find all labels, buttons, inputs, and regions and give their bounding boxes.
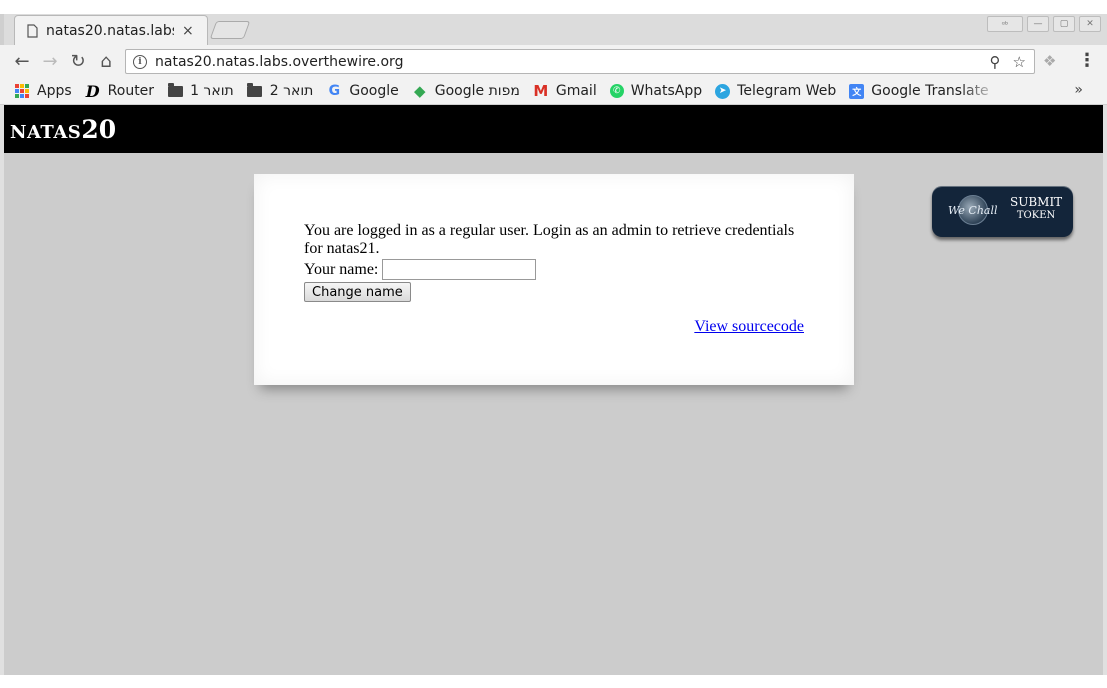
forward-button[interactable]: → [36,48,64,76]
tab-natas20[interactable]: natas20.natas.labs.overthewire.org × [14,15,208,46]
token-text: TOKEN [1016,210,1056,221]
bookmark-label: Gmail [555,83,597,99]
reload-button[interactable]: ↻ [64,48,92,76]
bookmark-folder-1[interactable]: תואר 1 [167,82,234,99]
right-border [1103,105,1107,675]
tab-title: natas20.natas.labs.overthewire.org [46,23,174,39]
telegram-icon: ➤ [715,83,731,99]
address-bar[interactable]: i natas20.natas.labs.overthewire.org ⚲ ☆ [125,49,1035,74]
window-controls: ᵅᵇ — ▢ ✕ [987,16,1101,32]
menu-icon[interactable]: ⋮ [1078,50,1096,71]
maximize-button[interactable]: ▢ [1053,16,1075,32]
maps-icon: ◆ [413,82,426,100]
url-text[interactable]: natas20.natas.labs.overthewire.org [155,54,403,70]
bottom-strip [0,675,1107,688]
bookmark-label: תואר 2 [269,83,314,99]
page-title: NATAS20 [10,115,116,144]
login-message: You are logged in as a regular user. Log… [304,222,795,257]
submit-token-button[interactable]: We Chall SUBMIT TOKEN [932,186,1073,237]
wechall-logo: We Chall [948,204,998,217]
folder-icon [167,82,183,99]
bookmark-label: Google [349,83,399,99]
close-window-button[interactable]: ✕ [1079,16,1101,32]
browser-window: ᵅᵇ — ▢ ✕ natas20.natas.labs.overthewire.… [0,0,1107,688]
bookmarks-overflow-button[interactable]: » [1074,82,1083,98]
bookmark-router[interactable]: D Router [85,81,155,101]
content-box: You are logged in as a regular user. Log… [254,174,854,385]
bookmark-gmail[interactable]: M Gmail [533,82,597,100]
dropbox-extension-icon[interactable]: ❖ [1043,52,1056,70]
folder-icon [247,82,263,99]
input-method-icon[interactable]: ᵅᵇ [987,16,1023,32]
title-level: 20 [81,115,117,144]
bookmark-whatsapp[interactable]: ✆ WhatsApp [609,83,703,99]
apps-grid-icon [14,83,30,99]
submit-text: SUBMIT [1010,195,1063,209]
title-strip [0,0,1107,14]
whatsapp-icon: ✆ [609,84,624,98]
bookmark-label: Telegram Web [737,83,837,99]
tab-close-icon[interactable]: × [182,23,194,39]
translate-icon: 文 [849,83,865,99]
bookmark-label: Router [107,83,155,99]
key-icon[interactable]: ⚲ [990,53,1001,71]
title-natas: NATAS [10,122,82,143]
bookmarks-bar: Apps D Router תואר 1 תואר 2 G Google ◆ G… [0,78,1107,105]
d-link-icon: D [85,81,100,101]
home-button[interactable]: ⌂ [92,48,120,76]
bookmark-label: Google מפות [434,83,520,99]
bookmark-label: WhatsApp [630,83,703,99]
bookmark-telegram[interactable]: ➤ Telegram Web [715,83,836,99]
bookmark-label: Apps [37,83,72,99]
info-icon[interactable]: i [133,54,147,69]
name-input[interactable] [382,259,537,280]
name-form: Your name: [304,259,804,280]
bookmark-label: תואר 1 [190,83,234,99]
minimize-button[interactable]: — [1027,16,1049,32]
back-button[interactable]: ← [8,48,36,76]
bookmark-folder-2[interactable]: תואר 2 [247,82,314,99]
bookmark-google[interactable]: G Google [326,83,399,99]
page-viewport: NATAS20 You are logged in as a regular u… [4,105,1103,675]
bookmark-google-maps[interactable]: ◆ Google מפות [412,82,520,100]
bookmark-star-icon[interactable]: ☆ [1013,53,1026,71]
google-icon: G [328,83,341,99]
bookmark-apps[interactable]: Apps [14,83,72,99]
change-name-button[interactable]: Change name [304,282,411,302]
view-sourcecode-link[interactable]: View sourcecode [694,318,804,336]
page-icon [27,24,38,38]
new-tab-button[interactable] [209,21,251,39]
natas-header: NATAS20 [4,105,1103,153]
gmail-icon: M [533,82,549,100]
name-label: Your name: [304,260,379,278]
bookmarks-fade [960,78,1000,104]
submit-token-label: SUBMIT TOKEN [1010,195,1062,223]
toolbar: ← → ↻ ⌂ i natas20.natas.labs.overthewire… [0,45,1107,78]
